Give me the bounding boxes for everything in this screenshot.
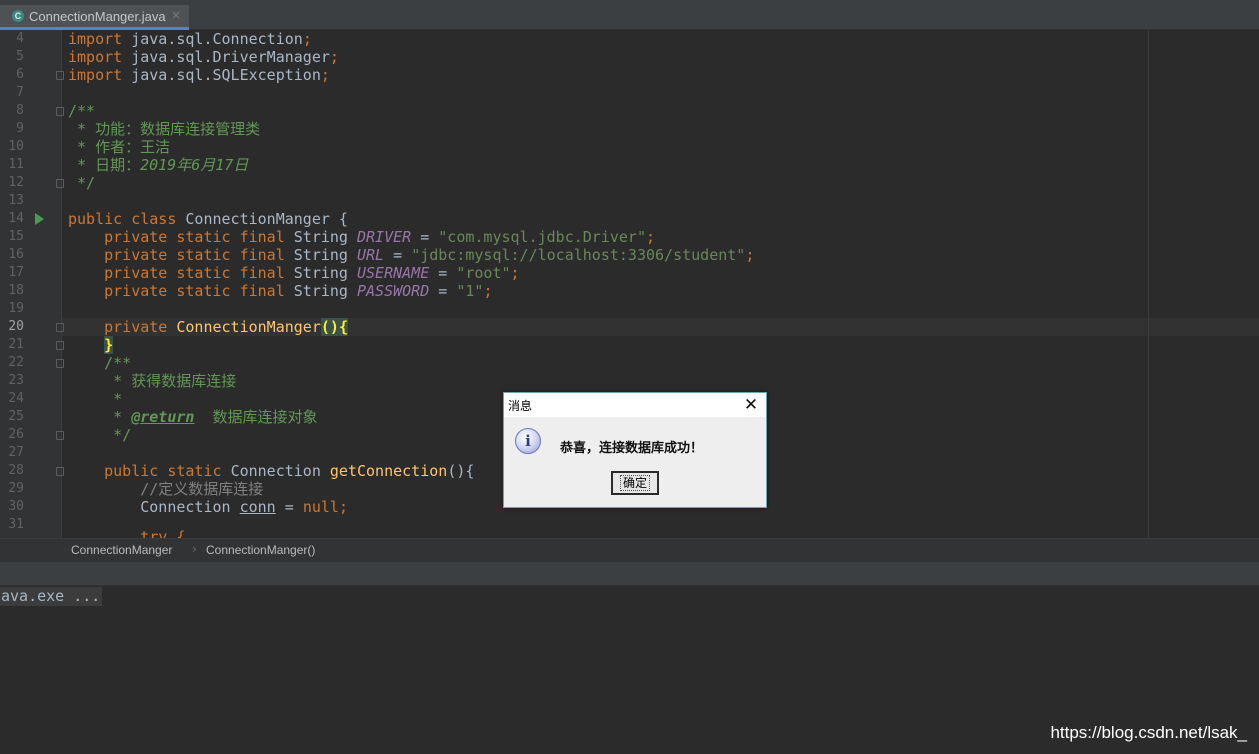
- line-number: 4: [16, 31, 24, 46]
- line-number: 31: [8, 517, 24, 532]
- message-dialog: 消息 ✕ i 恭喜，连接数据库成功！ 确定: [503, 392, 767, 508]
- dialog-titlebar[interactable]: 消息 ✕: [504, 393, 766, 417]
- code-line: /**: [68, 102, 96, 120]
- code-line: private static final String URL = "jdbc:…: [68, 246, 755, 264]
- line-number: 19: [8, 301, 24, 316]
- line-number: 17: [8, 265, 24, 280]
- right-margin-guide: [1148, 30, 1149, 538]
- ok-button[interactable]: 确定: [611, 471, 659, 495]
- line-number: 21: [8, 337, 24, 352]
- line-number: 6: [16, 67, 24, 82]
- dialog-title: 消息: [508, 399, 533, 413]
- code-line: * 日期：2019年6月17日: [68, 156, 249, 174]
- code-line: try {: [68, 528, 186, 538]
- code-line: Connection conn = null;: [68, 498, 348, 516]
- line-number: 29: [8, 481, 24, 496]
- code-line: * 功能：数据库连接管理类: [68, 120, 261, 138]
- code-line: *: [68, 390, 123, 408]
- code-line: }: [104, 336, 114, 354]
- watermark: https://blog.csdn.net/lsak_: [1050, 723, 1247, 742]
- fold-marker-icon[interactable]: [56, 467, 64, 476]
- line-number: 24: [8, 391, 24, 406]
- breadcrumb-method[interactable]: ConnectionManger(): [206, 543, 315, 557]
- close-tab-icon[interactable]: ×: [171, 8, 181, 22]
- fold-marker-icon[interactable]: [56, 359, 64, 368]
- line-number-current: 20: [8, 319, 24, 334]
- line-number: 27: [8, 445, 24, 460]
- run-panel-header: [0, 562, 1259, 586]
- line-number: 22: [8, 355, 24, 370]
- code-line: private static final String PASSWORD = "…: [68, 282, 493, 300]
- line-number: 9: [16, 121, 24, 136]
- dialog-message: 恭喜，连接数据库成功！: [560, 441, 704, 456]
- breadcrumb: ConnectionManger › ConnectionManger(): [0, 538, 1259, 562]
- code-line: //定义数据库连接: [68, 480, 264, 498]
- line-number: 23: [8, 373, 24, 388]
- fold-marker-icon[interactable]: [56, 431, 64, 440]
- code-line: /**: [68, 354, 132, 372]
- line-number: 15: [8, 229, 24, 244]
- code-line: import java.sql.Connection;: [68, 30, 312, 48]
- breadcrumb-separator-icon: ›: [192, 542, 197, 556]
- line-number: 16: [8, 247, 24, 262]
- line-number: 30: [8, 499, 24, 514]
- line-number: 25: [8, 409, 24, 424]
- code-line: import java.sql.SQLException;: [68, 66, 330, 84]
- line-number: 13: [8, 193, 24, 208]
- code-line: private static final String USERNAME = "…: [68, 264, 520, 282]
- console-output-line: ava.exe ...: [0, 587, 103, 606]
- line-number: 7: [16, 85, 24, 100]
- editor-tab-bar: C ConnectionManger.java ×: [0, 0, 1259, 30]
- code-line: * 作者：王洁: [68, 138, 171, 156]
- fold-marker-icon[interactable]: [56, 341, 64, 350]
- info-icon: i: [515, 428, 541, 454]
- run-gutter-icon[interactable]: [35, 213, 44, 225]
- code-line: */: [68, 426, 132, 444]
- fold-marker-icon[interactable]: [56, 71, 64, 80]
- close-icon[interactable]: ✕: [740, 394, 762, 416]
- fold-marker-icon[interactable]: [56, 107, 64, 116]
- code-line: */: [68, 174, 96, 192]
- code-line: * @return 数据库连接对象: [68, 408, 318, 426]
- line-number: 12: [8, 175, 24, 190]
- code-line: * 获得数据库连接: [68, 372, 237, 390]
- line-number: 10: [8, 139, 24, 154]
- fold-marker-icon[interactable]: [56, 323, 64, 332]
- line-number: 8: [16, 103, 24, 118]
- java-class-icon: C: [12, 10, 24, 22]
- code-line: public static Connection getConnection()…: [68, 462, 475, 480]
- editor-gutter: 4 5 6 7 8 9 10 11 12 13 14 15 16 17 18 1…: [0, 30, 64, 538]
- code-line: public class ConnectionManger {: [68, 210, 348, 228]
- code-line: import java.sql.DriverManager;: [68, 48, 339, 66]
- line-number: 14: [8, 211, 24, 226]
- line-number: 18: [8, 283, 24, 298]
- code-line-current: private ConnectionManger(){: [68, 318, 348, 336]
- ok-button-label: 确定: [619, 475, 650, 491]
- code-line: private static final String DRIVER = "co…: [68, 228, 656, 246]
- tab-connectionmanger-java[interactable]: C ConnectionManger.java ×: [0, 5, 189, 30]
- fold-marker-icon[interactable]: [56, 179, 64, 188]
- line-number: 5: [16, 49, 24, 64]
- line-number: 28: [8, 463, 24, 478]
- line-number: 26: [8, 427, 24, 442]
- line-number: 11: [8, 157, 24, 172]
- tab-label: ConnectionManger.java: [29, 9, 166, 24]
- breadcrumb-class[interactable]: ConnectionManger: [71, 543, 172, 557]
